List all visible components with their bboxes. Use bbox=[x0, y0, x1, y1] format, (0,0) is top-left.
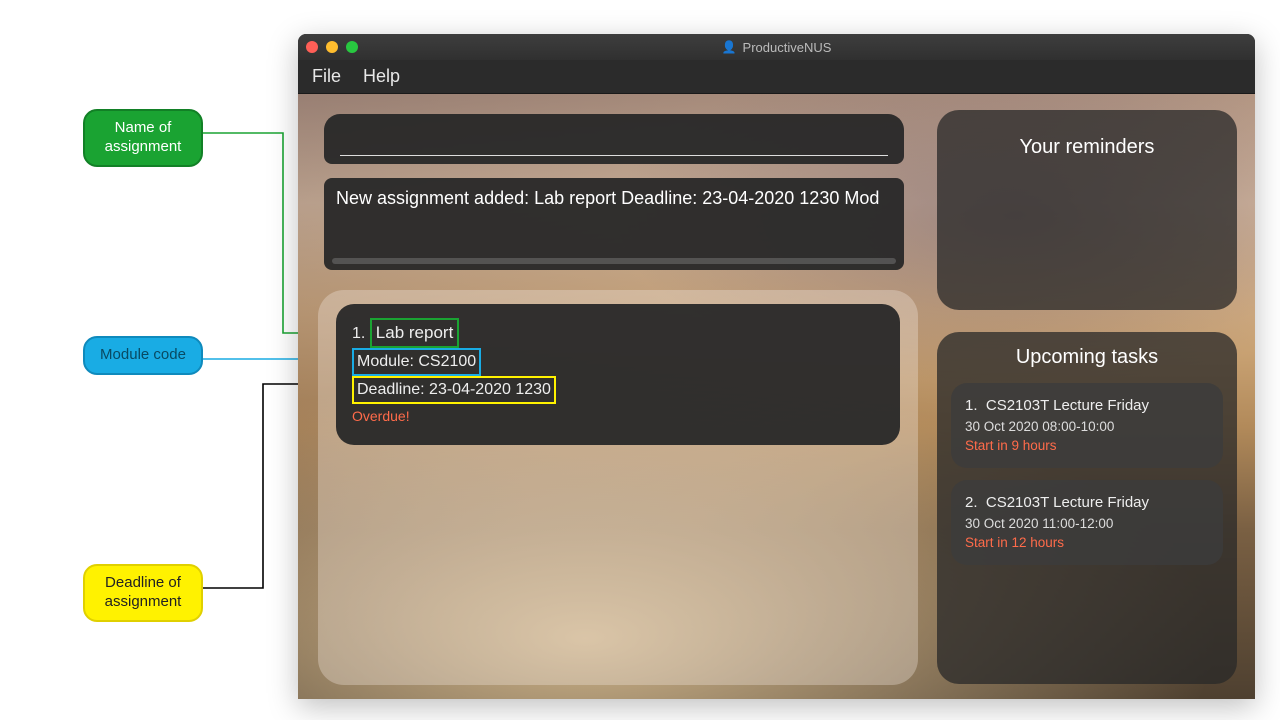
task-time: 30 Oct 2020 11:00-12:00 bbox=[965, 514, 1209, 534]
assignment-card[interactable]: 1. Lab report Module: CS2100 Deadline: 2… bbox=[336, 304, 900, 445]
minimize-icon[interactable] bbox=[326, 41, 338, 53]
assignment-deadline: Deadline: 23-04-2020 1230 bbox=[352, 376, 556, 404]
traffic-lights bbox=[306, 41, 358, 53]
task-index: 1. bbox=[965, 397, 978, 414]
task-card[interactable]: 2. CS2103T Lecture Friday 30 Oct 2020 11… bbox=[951, 480, 1223, 565]
assignment-name: Lab report bbox=[370, 318, 460, 348]
task-card[interactable]: 1. CS2103T Lecture Friday 30 Oct 2020 08… bbox=[951, 383, 1223, 468]
menu-help[interactable]: Help bbox=[363, 66, 400, 87]
callout-module-code: Module code bbox=[83, 336, 203, 375]
task-title: CS2103T Lecture Friday bbox=[986, 397, 1149, 414]
task-start: Start in 9 hours bbox=[965, 436, 1209, 456]
assignment-overdue-label: Overdue! bbox=[352, 406, 884, 427]
window-title: 👤 ProductiveNUS bbox=[298, 40, 1255, 55]
task-start: Start in 12 hours bbox=[965, 533, 1209, 553]
upcoming-heading: Upcoming tasks bbox=[947, 346, 1227, 369]
close-icon[interactable] bbox=[306, 41, 318, 53]
command-input-panel[interactable] bbox=[324, 114, 904, 164]
result-message-text: New assignment added: Lab report Deadlin… bbox=[336, 188, 879, 208]
maximize-icon[interactable] bbox=[346, 41, 358, 53]
result-message-panel: New assignment added: Lab report Deadlin… bbox=[324, 178, 904, 270]
callout-deadline-of-assignment: Deadline of assignment bbox=[83, 564, 203, 622]
content-area: New assignment added: Lab report Deadlin… bbox=[298, 94, 1255, 699]
reminders-panel: Your reminders bbox=[937, 110, 1237, 310]
reminders-heading: Your reminders bbox=[1020, 136, 1155, 158]
task-title: CS2103T Lecture Friday bbox=[986, 494, 1149, 511]
command-input-underline bbox=[340, 155, 888, 156]
titlebar: 👤 ProductiveNUS bbox=[298, 34, 1255, 60]
window-title-text: ProductiveNUS bbox=[743, 40, 832, 55]
menu-file[interactable]: File bbox=[312, 66, 341, 87]
assignment-index: 1. bbox=[352, 325, 365, 342]
assignment-module: Module: CS2100 bbox=[352, 348, 481, 376]
callout-name-of-assignment: Name of assignment bbox=[83, 109, 203, 167]
assignments-panel: 1. Lab report Module: CS2100 Deadline: 2… bbox=[318, 290, 918, 685]
task-time: 30 Oct 2020 08:00-10:00 bbox=[965, 417, 1209, 437]
upcoming-panel: Upcoming tasks 1. CS2103T Lecture Friday… bbox=[937, 332, 1237, 684]
app-window: 👤 ProductiveNUS File Help New assignment… bbox=[298, 34, 1255, 699]
app-icon: 👤 bbox=[722, 40, 737, 54]
scrollbar-horizontal[interactable] bbox=[332, 258, 896, 264]
task-index: 2. bbox=[965, 494, 978, 511]
menubar: File Help bbox=[298, 60, 1255, 94]
